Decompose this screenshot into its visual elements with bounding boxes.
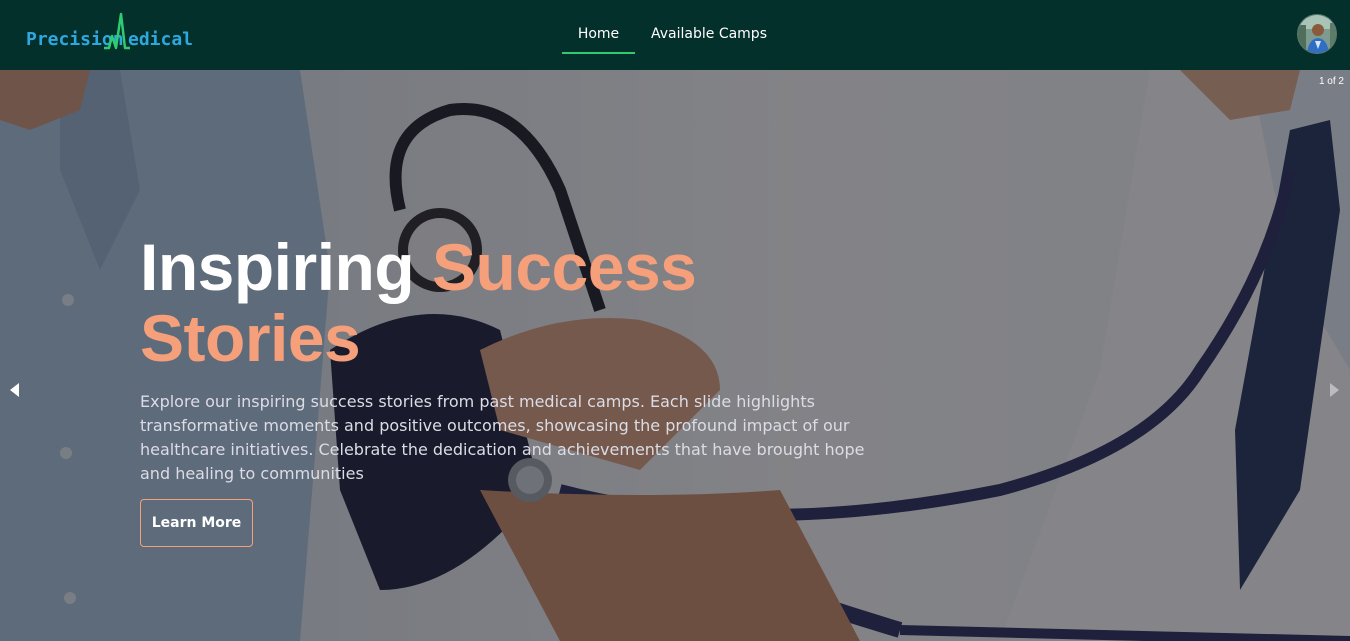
slide-counter: 1 of 2 — [1318, 76, 1344, 87]
user-avatar[interactable] — [1297, 14, 1337, 54]
chevron-right-icon[interactable] — [1330, 383, 1339, 397]
hero-title-white: Inspiring — [140, 230, 432, 304]
nav-available-camps[interactable]: Available Camps — [651, 0, 767, 54]
logo-pulse-m-icon — [104, 12, 130, 50]
brand-text-part2: edical — [128, 29, 194, 50]
nav-home[interactable]: Home — [562, 0, 635, 54]
hero-headline: Inspiring Success Stories — [140, 232, 860, 374]
learn-more-button[interactable]: Learn More — [140, 499, 253, 547]
chevron-left-icon[interactable] — [10, 383, 19, 397]
hero-description: Explore our inspiring success stories fr… — [140, 392, 865, 483]
hero-carousel: 1 of 2 Inspiring Success Stories Explore… — [0, 70, 1350, 641]
brand-logo[interactable]: Precision edical — [26, 12, 193, 52]
top-navbar: Precision edical Home Available Camps — [0, 0, 1350, 70]
avatar-image — [1298, 15, 1336, 53]
